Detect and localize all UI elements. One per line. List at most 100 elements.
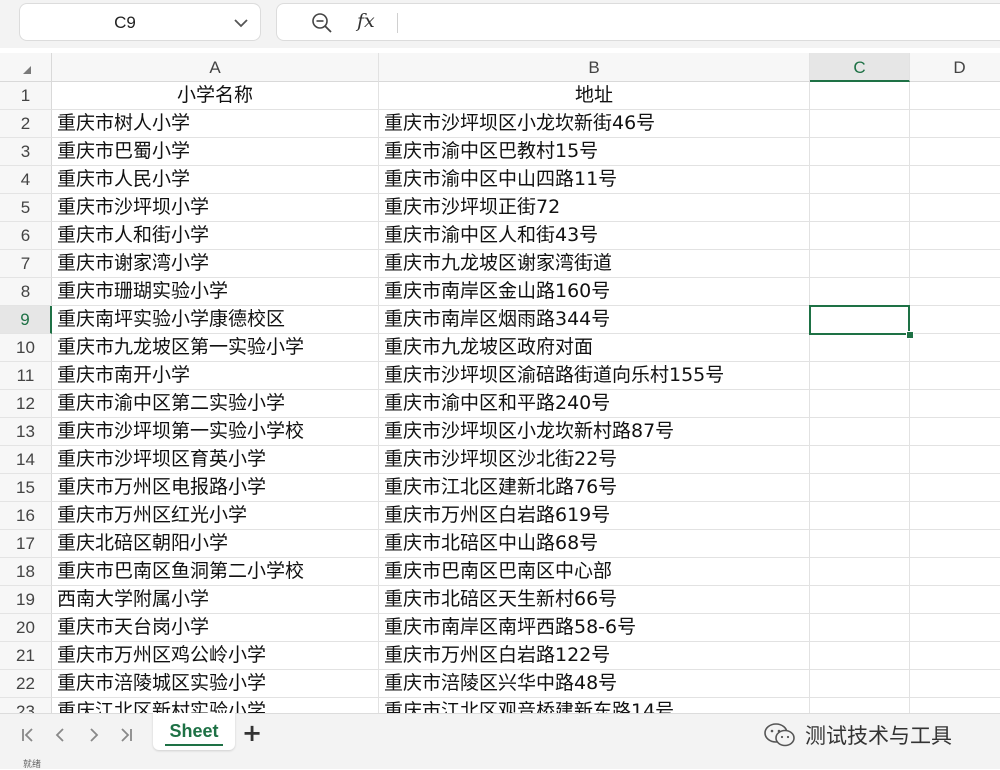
cell-a[interactable]: 重庆市人和街小学 [52, 222, 379, 250]
cell-d[interactable] [910, 82, 1000, 110]
row-header[interactable]: 19 [0, 586, 52, 614]
row-header[interactable]: 14 [0, 446, 52, 474]
row-header[interactable]: 2 [0, 110, 52, 138]
cell-c[interactable] [810, 446, 910, 474]
cell-a[interactable]: 重庆市巴南区鱼洞第二小学校 [52, 558, 379, 586]
cell-a[interactable]: 重庆市渝中区第二实验小学 [52, 390, 379, 418]
cell-d[interactable] [910, 334, 1000, 362]
row-header[interactable]: 23 [0, 698, 52, 713]
cell-c[interactable] [810, 558, 910, 586]
select-all-corner[interactable] [0, 53, 52, 82]
cell-c[interactable] [810, 138, 910, 166]
row-header[interactable]: 21 [0, 642, 52, 670]
cell-b[interactable]: 重庆市渝中区巴教村15号 [379, 138, 810, 166]
cell-c[interactable] [810, 502, 910, 530]
row-header[interactable]: 4 [0, 166, 52, 194]
cell-a[interactable]: 重庆市涪陵城区实验小学 [52, 670, 379, 698]
cell-d[interactable] [910, 642, 1000, 670]
cell-b[interactable]: 重庆市北碚区中山路68号 [379, 530, 810, 558]
cell-a[interactable]: 重庆市万州区电报路小学 [52, 474, 379, 502]
cell-d[interactable] [910, 558, 1000, 586]
cell-d[interactable] [910, 278, 1000, 306]
cell-c[interactable] [810, 698, 910, 713]
cell-b[interactable]: 重庆市渝中区人和街43号 [379, 222, 810, 250]
cell-c[interactable] [810, 530, 910, 558]
cell-a[interactable]: 重庆市南开小学 [52, 362, 379, 390]
cell-b[interactable]: 地址 [379, 82, 810, 110]
cell-c[interactable] [810, 614, 910, 642]
cell-b[interactable]: 重庆市九龙坡区谢家湾街道 [379, 250, 810, 278]
cell-a[interactable]: 重庆市谢家湾小学 [52, 250, 379, 278]
row-header[interactable]: 20 [0, 614, 52, 642]
cell-a[interactable]: 重庆市树人小学 [52, 110, 379, 138]
row-header[interactable]: 5 [0, 194, 52, 222]
cell-d[interactable] [910, 586, 1000, 614]
name-box[interactable]: C9 [19, 3, 261, 41]
cell-a[interactable]: 重庆市万州区红光小学 [52, 502, 379, 530]
cell-a[interactable]: 小学名称 [52, 82, 379, 110]
row-header[interactable]: 8 [0, 278, 52, 306]
row-header[interactable]: 12 [0, 390, 52, 418]
cell-b[interactable]: 重庆市九龙坡区政府对面 [379, 334, 810, 362]
formula-input[interactable]: fx [276, 3, 1000, 41]
cell-a[interactable]: 重庆市万州区鸡公岭小学 [52, 642, 379, 670]
cell-c[interactable] [810, 278, 910, 306]
first-sheet-icon[interactable] [19, 725, 39, 745]
column-header-b[interactable]: B [379, 53, 810, 82]
cell-d[interactable] [910, 222, 1000, 250]
fill-handle[interactable] [906, 331, 914, 339]
row-header[interactable]: 18 [0, 558, 52, 586]
cell-c[interactable] [810, 110, 910, 138]
column-header-a[interactable]: A [52, 53, 379, 82]
cell-a[interactable]: 重庆江北区新村实验小学 [52, 698, 379, 713]
cell-d[interactable] [910, 418, 1000, 446]
cell-d[interactable] [910, 362, 1000, 390]
cell-a[interactable]: 重庆市人民小学 [52, 166, 379, 194]
cell-b[interactable]: 重庆市江北区建新北路76号 [379, 474, 810, 502]
row-header[interactable]: 3 [0, 138, 52, 166]
row-header[interactable]: 17 [0, 530, 52, 558]
cell-b[interactable]: 重庆市南岸区南坪西路58-6号 [379, 614, 810, 642]
cell-c[interactable] [810, 418, 910, 446]
row-header[interactable]: 16 [0, 502, 52, 530]
cell-b[interactable]: 重庆市万州区白岩路122号 [379, 642, 810, 670]
cell-d[interactable] [910, 166, 1000, 194]
cell-b[interactable]: 重庆市江北区观音桥建新东路14号 [379, 698, 810, 713]
cell-d[interactable] [910, 670, 1000, 698]
fx-icon[interactable]: fx [357, 10, 375, 32]
cell-a[interactable]: 重庆市沙坪坝区育英小学 [52, 446, 379, 474]
cell-d[interactable] [910, 446, 1000, 474]
chevron-down-icon[interactable] [234, 18, 248, 28]
row-header[interactable]: 6 [0, 222, 52, 250]
row-header[interactable]: 1 [0, 82, 52, 110]
cell-d[interactable] [910, 502, 1000, 530]
cell-a[interactable]: 重庆市珊瑚实验小学 [52, 278, 379, 306]
cell-a[interactable]: 重庆市沙坪坝第一实验小学校 [52, 418, 379, 446]
column-header-d[interactable]: D [910, 53, 1000, 82]
cell-b[interactable]: 重庆市沙坪坝区小龙坎新村路87号 [379, 418, 810, 446]
cell-d[interactable] [910, 390, 1000, 418]
cell-b[interactable]: 重庆市北碚区天生新村66号 [379, 586, 810, 614]
cell-b[interactable]: 重庆市巴南区巴南区中心部 [379, 558, 810, 586]
sheet-tab-sheet[interactable]: Sheet [153, 713, 235, 750]
cell-d[interactable] [910, 698, 1000, 713]
cell-d[interactable] [910, 194, 1000, 222]
cell-b[interactable]: 重庆市南岸区烟雨路344号 [379, 306, 810, 334]
row-header[interactable]: 22 [0, 670, 52, 698]
cell-d[interactable] [910, 138, 1000, 166]
row-header[interactable]: 9 [0, 306, 52, 334]
cell-a[interactable]: 重庆北碚区朝阳小学 [52, 530, 379, 558]
cell-c[interactable] [810, 166, 910, 194]
cell-d[interactable] [910, 306, 1000, 334]
cell-b[interactable]: 重庆市渝中区和平路240号 [379, 390, 810, 418]
cell-b[interactable]: 重庆市沙坪坝区沙北街22号 [379, 446, 810, 474]
zoom-icon[interactable] [311, 12, 333, 34]
cell-b[interactable]: 重庆市沙坪坝区小龙坎新街46号 [379, 110, 810, 138]
cell-b[interactable]: 重庆市渝中区中山四路11号 [379, 166, 810, 194]
cell-c[interactable] [810, 642, 910, 670]
cell-c[interactable] [810, 250, 910, 278]
cell-a[interactable]: 重庆市天台岗小学 [52, 614, 379, 642]
cell-a[interactable]: 西南大学附属小学 [52, 586, 379, 614]
cell-a[interactable]: 重庆南坪实验小学康德校区 [52, 306, 379, 334]
cell-d[interactable] [910, 110, 1000, 138]
